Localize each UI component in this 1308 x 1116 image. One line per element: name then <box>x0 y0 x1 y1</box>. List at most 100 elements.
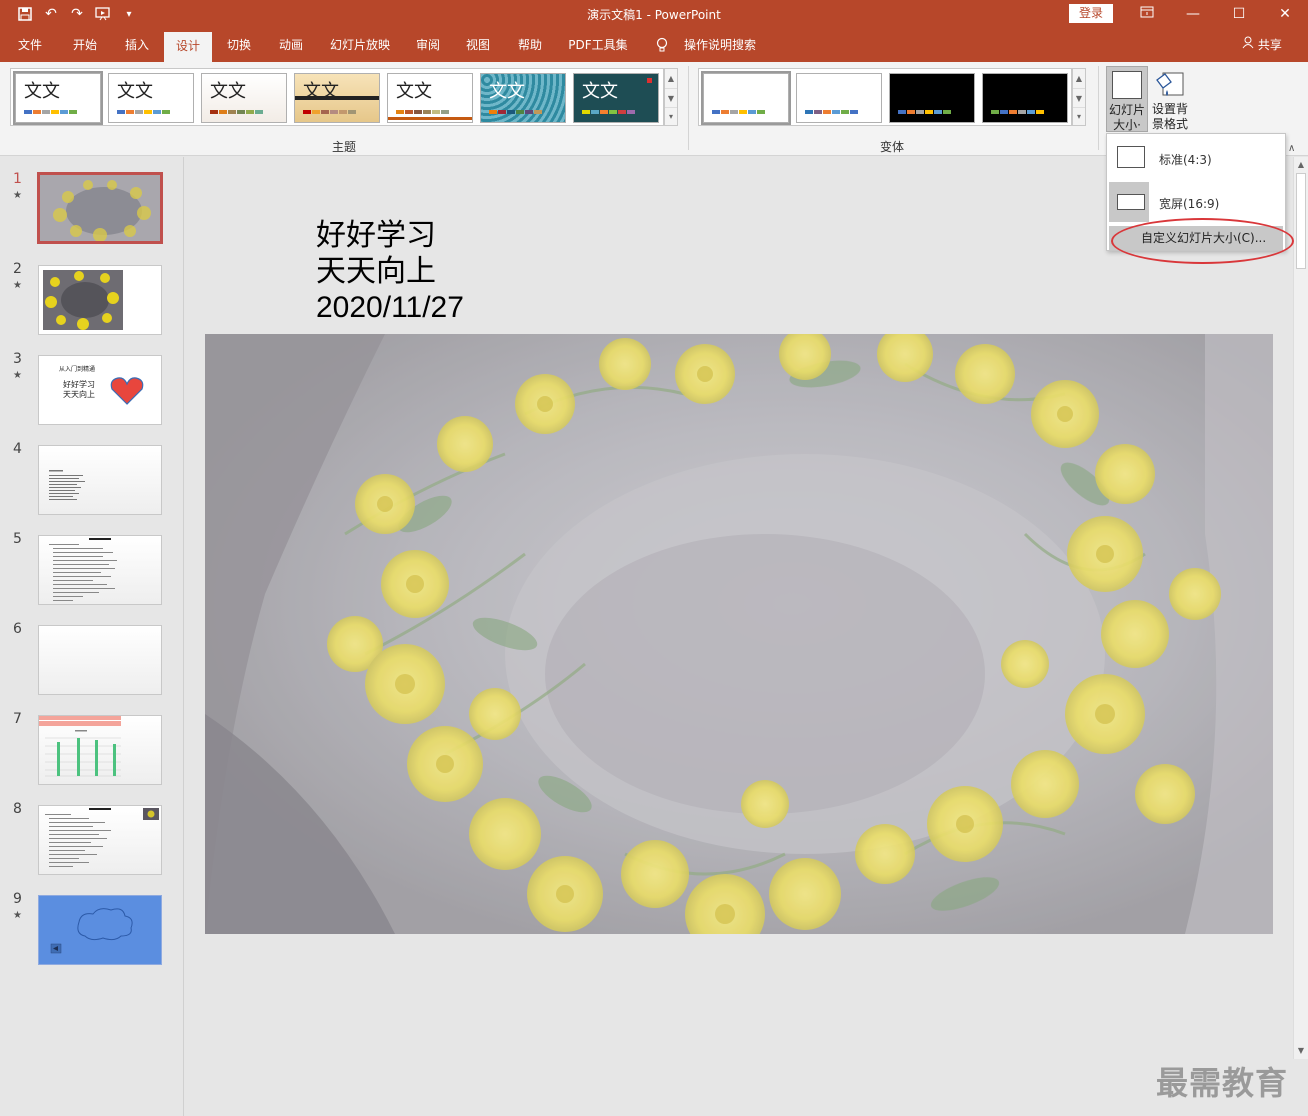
theme-3[interactable]: 文文 <box>201 73 287 123</box>
slide-size-icon <box>1112 71 1142 99</box>
ribbon-tabs: 文件 开始 插入 设计 切换 动画 幻灯片放映 审阅 视图 帮助 PDF工具集 … <box>0 28 1308 62</box>
theme-5[interactable]: 文文 <box>387 73 473 123</box>
slide-3-title: 从入门到精通 <box>59 366 96 373</box>
close-icon[interactable]: ✕ <box>1270 3 1300 25</box>
theme-2[interactable]: 文文 <box>108 73 194 123</box>
theme-6[interactable]: 文文 <box>480 73 566 123</box>
slide-number: 5 <box>13 531 22 547</box>
share-button[interactable]: 共享 <box>1238 28 1286 62</box>
slide-thumbnail-4[interactable] <box>38 445 162 515</box>
tab-slideshow[interactable]: 幻灯片放映 <box>322 28 398 62</box>
more-icon[interactable]: ▾ <box>1073 107 1085 125</box>
scroll-up-icon[interactable]: ▲ <box>1073 69 1085 88</box>
themes-group-label: 主题 <box>332 140 357 154</box>
variant-4[interactable] <box>982 73 1068 123</box>
slide-number: 6 <box>13 621 22 637</box>
slide-text-line2: 天天向上 <box>316 255 436 288</box>
themes-gallery-scroll[interactable]: ▲ ▼ ▾ <box>664 68 678 126</box>
variants-group-label: 变体 <box>880 140 905 154</box>
divider <box>688 66 689 150</box>
slide-text-date: 2020/11/27 <box>316 291 464 324</box>
slide-thumbnail-2[interactable] <box>38 265 162 335</box>
slide-thumbnail-1[interactable] <box>37 172 163 244</box>
slide-thumbnail-6[interactable] <box>38 625 162 695</box>
tab-view[interactable]: 视图 <box>456 28 500 62</box>
slide-5-preview <box>49 538 117 601</box>
variants-gallery <box>698 68 1072 126</box>
minimize-icon[interactable]: — <box>1178 3 1208 25</box>
slide-thumbnail-5[interactable] <box>38 535 162 605</box>
animation-star-icon: ★ <box>13 280 22 291</box>
scroll-down-icon[interactable]: ▼ <box>665 88 677 107</box>
maximize-icon[interactable]: ☐ <box>1224 3 1254 25</box>
slide-number: 9 <box>13 891 22 907</box>
slide-text-line1: 好好学习 <box>316 219 436 252</box>
variant-1[interactable] <box>701 71 791 125</box>
slide-number: 8 <box>13 801 22 817</box>
standard-4-3-option[interactable]: 标准(4:3) <box>1107 136 1285 180</box>
title-bar: ↶ ↷ ▾ 演示文稿1 - PowerPoint 登录 — ☐ ✕ <box>0 0 1308 28</box>
scroll-down-icon[interactable]: ▼ <box>1073 88 1085 107</box>
tell-me-search[interactable]: 操作说明搜索 <box>680 28 760 62</box>
tab-help[interactable]: 帮助 <box>508 28 552 62</box>
tab-file[interactable]: 文件 <box>8 28 52 62</box>
themes-gallery: 文文 文文 文文 文文 文文 文文 文文 <box>10 68 664 126</box>
lightbulb-icon <box>652 28 672 62</box>
user-icon <box>1242 36 1258 52</box>
animation-star-icon: ★ <box>13 370 22 381</box>
theme-office[interactable]: 文文 <box>13 71 103 125</box>
slide-thumbnail-9[interactable] <box>38 895 162 965</box>
slide-1-preview <box>40 175 160 241</box>
slide-3-body: 好好学习 天天向上 <box>63 380 95 399</box>
heart-icon <box>110 377 144 405</box>
format-background-icon <box>1155 70 1185 98</box>
tab-animations[interactable]: 动画 <box>268 28 314 62</box>
slide-thumbnail-7[interactable] <box>38 715 162 785</box>
slide-text-box[interactable]: 好好学习 天天向上 2020/11/27 <box>316 218 464 326</box>
login-button[interactable]: 登录 <box>1069 4 1113 23</box>
tab-insert[interactable]: 插入 <box>114 28 160 62</box>
slide-thumbnail-panel: 1 ★ 2 ★ 3 ★ 从入门到精通 好好学习 天天向上 4 5 6 7 8 9… <box>0 157 184 1116</box>
variants-gallery-scroll[interactable]: ▲ ▼ ▾ <box>1072 68 1086 126</box>
flower-wreath-image <box>205 334 1273 934</box>
variant-3[interactable] <box>889 73 975 123</box>
vertical-scrollbar[interactable]: ▲ ▼ <box>1293 157 1308 1059</box>
scroll-thumb[interactable] <box>1296 173 1306 269</box>
animation-star-icon: ★ <box>13 910 22 921</box>
tab-design[interactable]: 设计 <box>164 32 212 62</box>
slide-picture[interactable] <box>205 334 1273 934</box>
animation-star-icon: ★ <box>13 190 22 201</box>
scroll-down-arrow[interactable]: ▼ <box>1294 1043 1308 1059</box>
slide-7-preview <box>39 716 121 777</box>
collapse-ribbon-icon[interactable]: ∧ <box>1288 143 1295 154</box>
slide-size-button[interactable]: 幻灯片 大小· <box>1106 66 1148 132</box>
theme-4[interactable]: 文文 <box>294 73 380 123</box>
tab-review[interactable]: 审阅 <box>406 28 450 62</box>
share-label: 共享 <box>1257 38 1282 52</box>
widescreen-ratio-icon <box>1117 194 1145 210</box>
scroll-up-icon[interactable]: ▲ <box>665 69 677 88</box>
slide-8-preview <box>45 808 159 867</box>
slide-thumbnail-8[interactable] <box>38 805 162 875</box>
format-background-button[interactable]: 设置背 景格式 <box>1148 66 1192 132</box>
slide-thumbnail-3[interactable]: 从入门到精通 好好学习 天天向上 <box>38 355 162 425</box>
highlight-annotation <box>1111 218 1294 264</box>
tab-home[interactable]: 开始 <box>62 28 108 62</box>
slide-4-preview <box>49 470 85 500</box>
ribbon-display-options-icon[interactable] <box>1132 3 1162 25</box>
theme-7[interactable]: 文文 <box>573 73 659 123</box>
tab-pdf-tools[interactable]: PDF工具集 <box>562 28 634 62</box>
slide-9-preview <box>50 908 133 954</box>
slide-number: 1 <box>13 171 22 187</box>
slide-number: 2 <box>13 261 22 277</box>
tab-transitions[interactable]: 切换 <box>216 28 262 62</box>
variant-2[interactable] <box>796 73 882 123</box>
scroll-up-arrow[interactable]: ▲ <box>1294 157 1308 173</box>
more-icon[interactable]: ▾ <box>665 107 677 125</box>
watermark-text: 最需教育 <box>1156 1064 1289 1102</box>
slide-number: 7 <box>13 711 22 727</box>
standard-ratio-icon <box>1117 146 1145 168</box>
slide-2-preview <box>39 266 161 334</box>
slide-number: 3 <box>13 351 22 367</box>
slide-number: 4 <box>13 441 22 457</box>
